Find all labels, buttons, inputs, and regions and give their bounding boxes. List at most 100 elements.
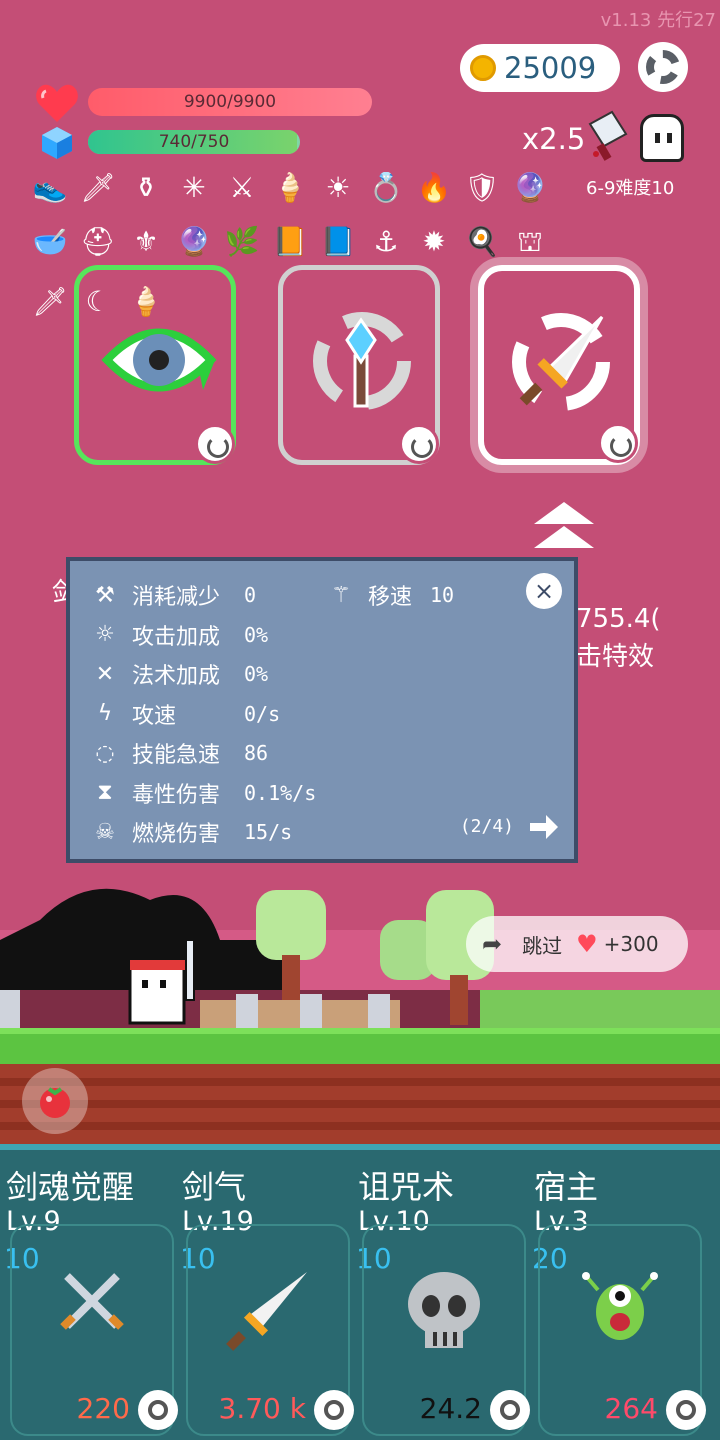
stat-row: ⧗ 毒性伤害 0.1%/s xyxy=(90,775,316,811)
shield-icon[interactable]: 🛡 xyxy=(462,168,502,208)
upgrade-button[interactable] xyxy=(314,1390,354,1430)
spiked-ball-icon[interactable]: ✹ xyxy=(414,222,454,262)
skill-value: 3.70 k xyxy=(218,1392,306,1425)
stat-row: ✕ 法术加成 0% xyxy=(90,656,268,692)
mp-text: 740/750 xyxy=(158,132,230,152)
stat-value: 86 xyxy=(244,741,269,765)
cooldown-icon: ◌ xyxy=(95,740,115,766)
skull-icon xyxy=(364,1266,524,1356)
hidden-effect: 击特效 xyxy=(576,642,655,672)
skill-value: 24.2 xyxy=(419,1392,482,1425)
sun-icon: ☼ xyxy=(95,622,115,647)
book-icon[interactable]: 📙 xyxy=(270,222,310,262)
shoe-icon[interactable]: 👟 xyxy=(30,168,70,208)
reroll-button[interactable] xyxy=(598,423,638,463)
purple-orb-icon[interactable]: 🔮 xyxy=(174,222,214,262)
reroll-button[interactable] xyxy=(399,424,439,464)
speed-multiplier[interactable]: x2.5 xyxy=(522,122,585,156)
mace-icon[interactable]: ✳ xyxy=(174,168,214,208)
version-label: v1.13 先行27 xyxy=(600,10,716,31)
next-page-button[interactable] xyxy=(528,811,560,843)
hidden-number: 755.4( xyxy=(576,604,661,634)
dagger-icon[interactable]: 🗡 xyxy=(78,168,118,208)
skill-name: 剑魂觉醒 xyxy=(6,1168,135,1206)
upgrade-button[interactable] xyxy=(666,1390,706,1430)
settings-button[interactable] xyxy=(638,42,688,92)
plant-icon[interactable]: 🌿 xyxy=(222,222,262,262)
stats-panel: ⚒ 消耗减少 0 ☼ 攻击加成 0% ✕ 法术加成 0% ϟ 攻速 0/s ◌ 技能急速 86 ⧗ 毒性伤害 0.… xyxy=(66,557,578,863)
crystal-ball-icon[interactable]: 🔮 xyxy=(510,168,550,208)
gear-icon xyxy=(646,50,680,84)
flame-icon[interactable]: 🔥 xyxy=(414,168,454,208)
skill-value: 220 xyxy=(76,1392,130,1425)
stat-label: 消耗减少 xyxy=(132,585,221,610)
ground-grass xyxy=(0,1028,720,1064)
stat-label: 攻击加成 xyxy=(132,624,221,650)
axe-icon: ⚒ xyxy=(95,582,115,608)
share-arrow-icon: ➦ xyxy=(482,930,503,958)
stat-value: 0 xyxy=(244,583,257,607)
egg-icon[interactable]: 🍳 xyxy=(462,222,502,262)
stat-label: 技能急速 xyxy=(132,743,221,768)
stat-value: 0.1%/s xyxy=(244,780,317,805)
helmet-icon[interactable]: ⛑ xyxy=(78,222,118,262)
spellbook-icon[interactable]: 📘 xyxy=(318,222,358,262)
stat-label: 毒性伤害 xyxy=(132,782,221,808)
sword-icon[interactable]: ⚔ xyxy=(222,168,262,208)
hourglass-icon: ⧗ xyxy=(97,780,113,805)
close-button[interactable]: × xyxy=(526,573,562,609)
stat-label: 移速 xyxy=(368,585,413,610)
stat-label: 燃烧伤害 xyxy=(132,822,221,847)
ghost-icon xyxy=(640,114,684,162)
upgrade-arrows-icon xyxy=(534,502,594,548)
short-sword-icon[interactable]: 🗡 xyxy=(30,282,70,322)
mp-bar: 740/750 xyxy=(88,130,300,154)
heart-icon: ♥ xyxy=(576,930,598,958)
ring-icon[interactable]: 💍 xyxy=(366,168,406,208)
sword-icon xyxy=(512,313,610,411)
reroll-button[interactable] xyxy=(195,424,235,464)
sun-orb-icon[interactable]: ☀ xyxy=(318,168,358,208)
hook-icon[interactable]: ⚓ xyxy=(366,222,406,262)
sparkle-icon: ✕ xyxy=(95,661,115,687)
ice-staff-icon xyxy=(313,312,411,410)
difficulty-label: 6-9难度10 xyxy=(586,178,675,199)
stat-value: 0% xyxy=(244,622,269,647)
stat-row: ☠ 燃烧伤害 15/s xyxy=(90,814,292,850)
skill-name: 宿主 xyxy=(534,1168,599,1206)
potion-button[interactable] xyxy=(22,1068,88,1134)
upgrade-button[interactable] xyxy=(138,1390,178,1430)
heart-icon xyxy=(36,84,78,122)
stat-label: 法术加成 xyxy=(132,664,221,689)
mana-gem-icon xyxy=(42,127,72,159)
ice-cream-icon[interactable]: 🍦 xyxy=(270,168,310,208)
hp-text: 9900/9900 xyxy=(183,92,277,112)
hp-bar: 9900/9900 xyxy=(88,88,372,116)
alien-icon xyxy=(540,1266,700,1346)
sword-icon xyxy=(188,1266,348,1356)
page-indicator: (2/4) xyxy=(459,816,514,837)
skip-label: 跳过 xyxy=(522,933,563,958)
coin-value: 25009 xyxy=(504,51,597,85)
skill-card-staff[interactable] xyxy=(278,265,440,465)
tomato-icon xyxy=(40,1087,70,1118)
skill-card-eye[interactable] xyxy=(74,265,236,465)
stat-value: 0/s xyxy=(244,701,281,726)
stat-row: ϟ 攻速 0/s xyxy=(90,696,280,732)
upgrade-button[interactable] xyxy=(490,1390,530,1430)
cauldron-icon[interactable]: ⚱ xyxy=(126,168,166,208)
mortar-icon[interactable]: 🥣 xyxy=(30,222,70,262)
skill-card-sword[interactable] xyxy=(478,265,640,465)
skull-icon: ☠ xyxy=(95,819,115,845)
stat-value: 10 xyxy=(430,583,455,607)
crossed-swords-icon xyxy=(12,1266,172,1336)
tombstone-icon[interactable]: ⛫ xyxy=(510,222,550,262)
wand-icon: ⚚ xyxy=(331,582,351,608)
skill-value: 264 xyxy=(604,1392,658,1425)
lightning-icon: ϟ xyxy=(97,701,113,726)
skill-name: 诅咒术 xyxy=(358,1168,455,1206)
coin-counter: 25009 xyxy=(460,44,620,92)
stat-value: 15/s xyxy=(244,820,293,844)
viking-helmet-icon[interactable]: ⚜ xyxy=(126,222,166,262)
skip-button[interactable]: ➦ 跳过 ♥ +300 xyxy=(466,916,688,972)
